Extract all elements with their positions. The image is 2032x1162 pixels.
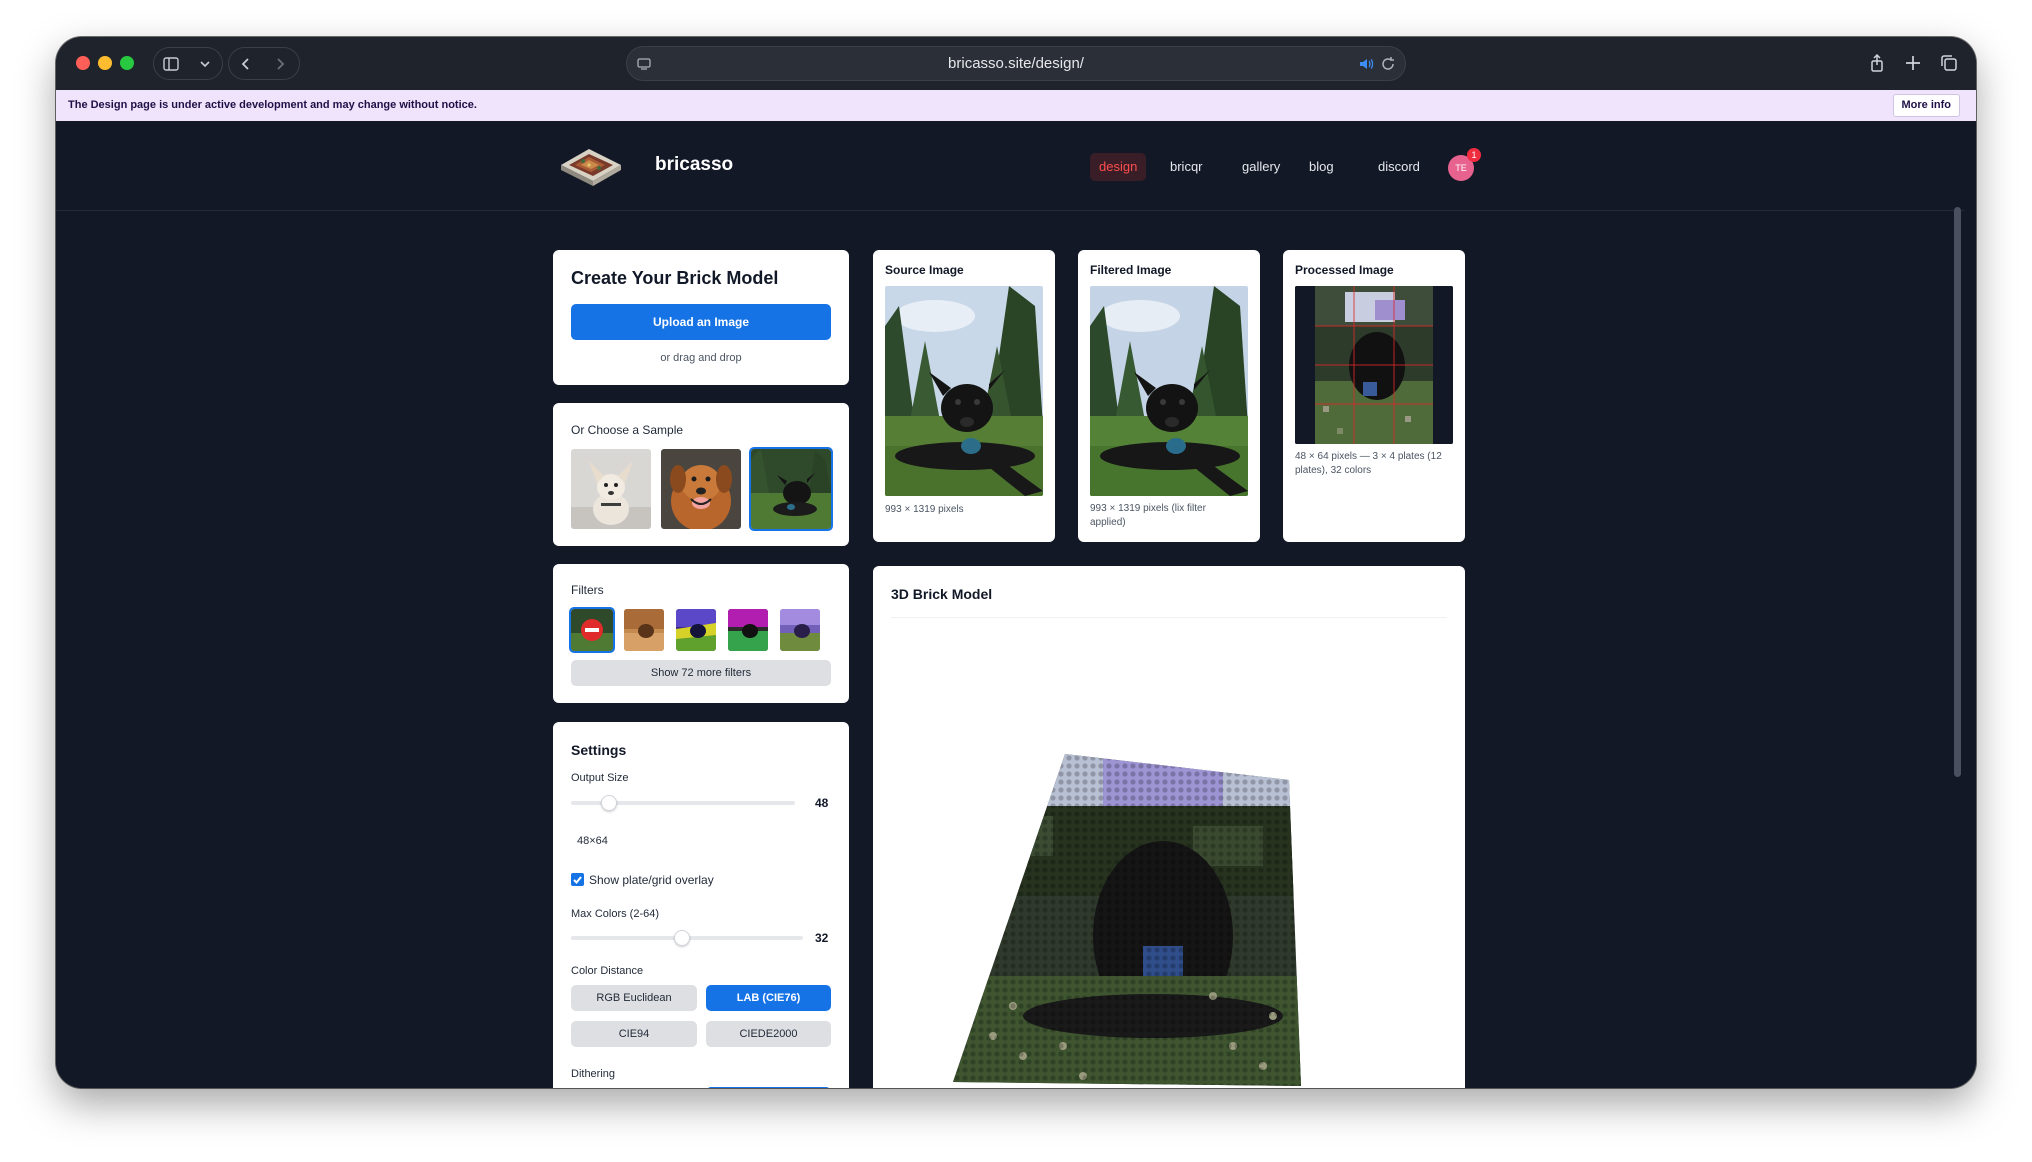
nav-design[interactable]: design <box>1090 153 1147 181</box>
nav-blog[interactable]: blog <box>1300 153 1343 181</box>
max-colors-slider-knob[interactable] <box>674 930 691 946</box>
overlay-label[interactable]: Show plate/grid overlay <box>589 873 714 887</box>
sidebar-icon[interactable] <box>154 48 188 79</box>
filtered-image <box>1090 286 1248 496</box>
share-icon[interactable] <box>1867 53 1887 73</box>
site-header: bricasso design bricqr gallery blog disc… <box>56 121 1964 211</box>
sample-brown-dog[interactable] <box>661 449 741 529</box>
model-title: 3D Brick Model <box>891 586 993 602</box>
development-notice-banner: The Design page is under active developm… <box>56 90 1976 121</box>
zoom-window-button[interactable] <box>120 56 134 70</box>
color-distance-lab-cie76[interactable]: LAB (CIE76) <box>706 985 831 1011</box>
sidebar-toggle-group <box>153 47 223 80</box>
nav-bricqr[interactable]: bricqr <box>1161 153 1212 181</box>
processed-image <box>1295 286 1453 444</box>
speaker-icon[interactable] <box>1357 55 1375 73</box>
dithering-option-selected[interactable] <box>706 1087 831 1088</box>
back-icon[interactable] <box>229 48 263 79</box>
filtered-image-caption: 993 × 1319 pixels (lix filter applied) <box>1090 503 1206 528</box>
close-window-button[interactable] <box>76 56 90 70</box>
more-info-button[interactable]: More info <box>1892 94 1960 117</box>
source-image-caption: 993 × 1319 pixels <box>885 504 964 515</box>
upload-image-button[interactable]: Upload an Image <box>571 304 831 340</box>
dithering-label: Dithering <box>571 1068 616 1080</box>
notice-text: The Design page is under active developm… <box>68 99 477 111</box>
page-content: bricasso design bricqr gallery blog disc… <box>56 121 1964 1088</box>
model-card: 3D Brick Model <box>873 566 1465 1088</box>
filtered-image-card: Filtered Image 993 × 1319 pixels (lix fi… <box>1078 250 1260 542</box>
notification-badge: 1 <box>1467 148 1481 162</box>
processed-image-title: Processed Image <box>1295 263 1394 277</box>
brick-model-canvas[interactable] <box>953 746 1353 1086</box>
samples-card: Or Choose a Sample <box>553 403 849 546</box>
dimensions-text: 48×64 <box>577 835 608 847</box>
overlay-checkbox[interactable] <box>571 873 584 886</box>
samples-title: Or Choose a Sample <box>571 423 684 437</box>
model-divider <box>891 617 1447 618</box>
max-colors-label: Max Colors (2-64) <box>571 908 660 920</box>
nav-discord[interactable]: discord <box>1369 153 1429 181</box>
color-distance-rgb-euclidean[interactable]: RGB Euclidean <box>571 985 697 1011</box>
filter-sepia[interactable] <box>624 609 664 651</box>
filters-card: Filters Show 72 more filters <box>553 564 849 703</box>
processed-image-caption: 48 × 64 pixels — 3 × 4 plates (12 plates… <box>1295 451 1442 476</box>
create-card: Create Your Brick Model Upload an Image … <box>553 250 849 385</box>
browser-window: bricasso.site/design/ The Design page is… <box>56 37 1976 1088</box>
source-image <box>885 286 1043 496</box>
sample-chihuahua[interactable] <box>571 449 651 529</box>
brand-name[interactable]: bricasso <box>655 154 733 176</box>
url-text[interactable]: bricasso.site/design/ <box>627 55 1405 72</box>
bricasso-logo[interactable] <box>559 141 623 189</box>
source-image-card: Source Image 993 × 1319 pixels <box>873 250 1055 542</box>
output-size-slider-knob[interactable] <box>601 795 618 811</box>
processed-image-card: Processed Image 48 × 64 pixels — 3 × 4 p… <box>1283 250 1465 542</box>
color-distance-cie94[interactable]: CIE94 <box>571 1021 697 1047</box>
color-distance-label: Color Distance <box>571 965 644 977</box>
max-colors-value: 32 <box>815 931 829 945</box>
filters-title: Filters <box>571 583 604 597</box>
output-size-label: Output Size <box>571 772 629 784</box>
history-nav-group <box>228 47 300 80</box>
page-scrollbar[interactable] <box>1954 207 1961 777</box>
minimize-window-button[interactable] <box>98 56 112 70</box>
nav-gallery[interactable]: gallery <box>1233 153 1289 181</box>
tab-overview-icon[interactable] <box>1939 53 1959 73</box>
forward-icon[interactable] <box>263 48 297 79</box>
reload-icon[interactable] <box>1379 55 1397 73</box>
new-tab-icon[interactable] <box>1903 53 1923 73</box>
source-image-title: Source Image <box>885 263 964 277</box>
filter-vivid[interactable] <box>676 609 716 651</box>
output-size-value: 48 <box>815 796 829 810</box>
create-title: Create Your Brick Model <box>571 268 779 288</box>
filtered-image-title: Filtered Image <box>1090 263 1172 277</box>
browser-toolbar: bricasso.site/design/ <box>56 37 1976 90</box>
color-distance-ciede2000[interactable]: CIEDE2000 <box>706 1021 831 1047</box>
filter-dreamy[interactable] <box>780 609 820 651</box>
settings-title: Settings <box>571 742 627 758</box>
filter-none[interactable] <box>569 607 615 653</box>
drag-drop-text: or drag and drop <box>660 352 742 364</box>
chevron-down-icon[interactable] <box>188 48 222 79</box>
address-bar[interactable]: bricasso.site/design/ <box>626 46 1406 81</box>
settings-card: Settings Output Size 48 48×64 Show plate… <box>553 722 849 1088</box>
show-more-filters-button[interactable]: Show 72 more filters <box>571 660 831 686</box>
sample-black-dog[interactable] <box>749 447 833 531</box>
filter-magenta[interactable] <box>728 609 768 651</box>
